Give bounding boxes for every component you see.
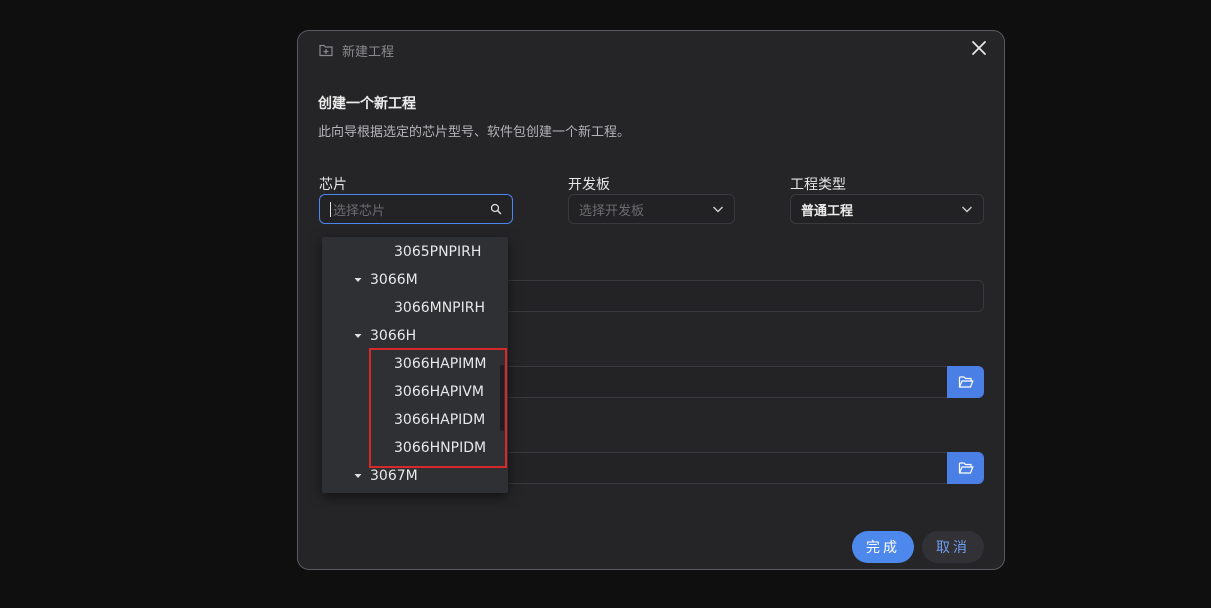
caret-down-icon[interactable]: [354, 332, 362, 340]
finish-button[interactable]: 完成: [852, 531, 914, 563]
caret-down-icon[interactable]: [354, 276, 362, 284]
chip-group-item[interactable]: 3066M: [354, 266, 418, 294]
folder-open-icon: [958, 376, 974, 388]
cancel-button[interactable]: 取消: [922, 531, 984, 563]
chip-group-item[interactable]: 3067M: [354, 462, 418, 490]
browse-package-button[interactable]: [947, 452, 984, 484]
chip-item-label: 3066MNPIRH: [394, 300, 486, 316]
text-cursor: [330, 201, 331, 217]
dialog-title: 新建工程: [342, 44, 395, 60]
project-path-input[interactable]: [503, 366, 949, 398]
project-type-value: 普通工程: [801, 203, 854, 219]
dropdown-scrollbar[interactable]: [500, 365, 504, 431]
chip-list-item[interactable]: 3066HAPIDM: [394, 406, 485, 434]
board-placeholder: 选择开发板: [579, 203, 645, 219]
chip-item-label: 3066HAPIVM: [394, 384, 484, 400]
board-select[interactable]: 选择开发板: [568, 194, 735, 224]
project-name-input[interactable]: [503, 280, 984, 312]
caret-down-icon[interactable]: [354, 472, 362, 480]
chevron-down-icon: [713, 206, 723, 213]
chip-item-label: 3067M: [370, 468, 418, 484]
chip-item-label: 3066H: [370, 328, 417, 344]
package-path-input[interactable]: [503, 452, 949, 484]
board-label: 开发板: [568, 177, 610, 193]
chip-search-input[interactable]: 选择芯片: [319, 194, 513, 224]
chip-list-item[interactable]: 3066HAPIMM: [394, 350, 486, 378]
close-icon[interactable]: [970, 39, 988, 57]
chip-item-label: 3066HNPIDM: [394, 440, 487, 456]
chip-item-label: 3066HAPIDM: [394, 412, 486, 428]
chip-list-item[interactable]: 3066HAPIVM: [394, 378, 484, 406]
project-type-select[interactable]: 普通工程: [790, 194, 984, 224]
dialog-titlebar: 新建工程: [318, 40, 394, 60]
chip-item-label: 3066HAPIMM: [394, 356, 487, 372]
project-type-label: 工程类型: [790, 177, 846, 193]
chip-list-item[interactable]: 3066MNPIRH: [394, 294, 485, 322]
browse-path-button[interactable]: [947, 366, 984, 398]
chip-label: 芯片: [319, 177, 347, 193]
new-project-icon: [319, 44, 333, 57]
chip-placeholder: 选择芯片: [333, 203, 386, 219]
page-description: 此向导根据选定的芯片型号、软件包创建一个新工程。: [318, 125, 631, 140]
chip-group-item[interactable]: 3066H: [354, 322, 416, 350]
chip-item-label: 3065PNPIRH: [394, 244, 482, 260]
chip-dropdown-list[interactable]: 3065PNPIRH 3066M 3066MNPIRH 3066H 3066HAPIMM…: [322, 237, 508, 493]
chip-item-label: 3066M: [370, 272, 418, 288]
chevron-down-icon: [962, 206, 972, 213]
chip-list-item[interactable]: 3065PNPIRH: [394, 238, 481, 266]
folder-open-icon: [958, 462, 974, 474]
page-heading: 创建一个新工程: [318, 96, 416, 112]
search-icon: [490, 203, 502, 215]
chip-list-item[interactable]: 3066HNPIDM: [394, 434, 486, 462]
